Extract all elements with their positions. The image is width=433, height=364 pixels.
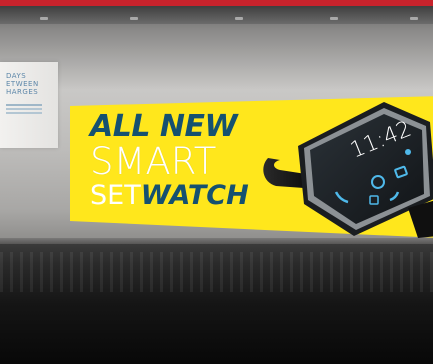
headline-set: SET: [90, 180, 141, 211]
headline-watch: WATCH: [140, 180, 249, 211]
left-sign: DAYS ETWEEN HARGES: [0, 62, 58, 148]
left-sign-line: DAYS: [6, 72, 27, 80]
smartwatch-image: 11:42: [263, 102, 433, 238]
banner-headline: ALL NEW SMART SETWATCH: [90, 110, 249, 212]
headline-setwatch: SETWATCH: [90, 180, 249, 212]
ceiling-light: [130, 17, 138, 20]
ceiling-light: [40, 17, 48, 20]
headline-smart: SMART: [90, 140, 217, 183]
left-sign-line: HARGES: [6, 88, 39, 96]
floor-reflections: [0, 252, 433, 292]
left-sign-fine-print: [6, 104, 42, 106]
ceiling: [0, 6, 433, 24]
showroom-scene: DAYS ETWEEN HARGES ALL NEW SMART SETWATC…: [0, 0, 433, 364]
smartwatch-banner: ALL NEW SMART SETWATCH 11:42: [70, 96, 433, 238]
headline-all-new: ALL NEW: [90, 109, 238, 144]
ceiling-light: [330, 17, 338, 20]
left-sign-line: ETWEEN: [6, 80, 39, 88]
watch-app-icon: [405, 149, 411, 155]
watch-band-left: [263, 158, 306, 188]
ceiling-light: [410, 17, 418, 20]
ceiling-light: [235, 17, 243, 20]
